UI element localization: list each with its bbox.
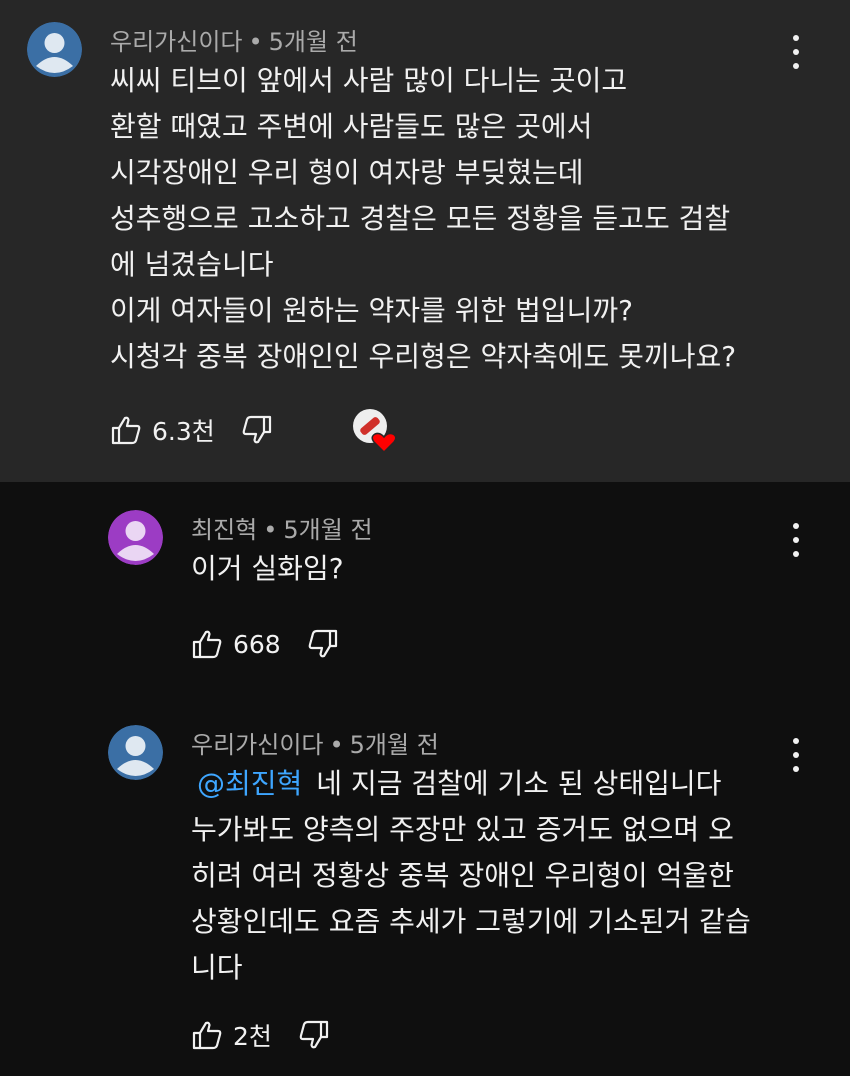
thumbs-down-icon[interactable] bbox=[241, 414, 273, 446]
comment-time[interactable]: 5개월 전 bbox=[269, 28, 358, 56]
like-count: 6.3천 bbox=[152, 417, 215, 446]
more-options-icon[interactable] bbox=[786, 735, 806, 775]
like-count: 668 bbox=[233, 629, 281, 659]
comment-actions: 2천 bbox=[191, 1015, 330, 1055]
comment-text: 씨씨 티브이 앞에서 사람 많이 다니는 곳이고 환할 때였고 주변에 사람들도… bbox=[110, 58, 736, 380]
more-options-icon[interactable] bbox=[786, 32, 806, 72]
more-options-icon[interactable] bbox=[786, 520, 806, 560]
like-count: 2천 bbox=[233, 1022, 272, 1051]
meta-separator: • bbox=[329, 731, 344, 759]
avatar[interactable] bbox=[108, 510, 163, 565]
avatar[interactable] bbox=[108, 725, 163, 780]
default-avatar-icon bbox=[108, 725, 163, 780]
mention-link[interactable]: @최진혁 bbox=[197, 767, 302, 800]
comment-line: 시각장애인 우리 형이 여자랑 부딪혔는데 bbox=[110, 156, 584, 189]
comment-actions: 6.3천 bbox=[110, 410, 273, 450]
default-avatar-icon bbox=[108, 510, 163, 565]
comment-line-text: 네 지금 검찰에 기소 된 상태입니다 bbox=[316, 767, 722, 800]
author-name[interactable]: 최진혁 bbox=[191, 516, 257, 544]
comment-line: 시청각 중복 장애인인 우리형은 약자축에도 못끼나요? bbox=[110, 340, 737, 373]
comment-line: 니다 bbox=[191, 951, 243, 984]
comment-line: 이게 여자들이 원하는 약자를 위한 법입니까? bbox=[110, 294, 634, 327]
author-name[interactable]: 우리가신이다 bbox=[191, 731, 323, 759]
comment-time[interactable]: 5개월 전 bbox=[350, 731, 439, 759]
default-avatar-icon bbox=[27, 22, 82, 77]
thumbs-down-icon[interactable] bbox=[298, 1019, 330, 1051]
thumbs-up-icon[interactable] bbox=[110, 414, 142, 446]
comment-actions: 668 bbox=[191, 624, 339, 664]
comment-line: 이거 실화임? bbox=[191, 552, 344, 585]
comment-text: @최진혁 네 지금 검찰에 기소 된 상태입니다 누가봐도 양측의 주장만 있고 … bbox=[191, 761, 751, 991]
comment-line: 에 넘겼습니다 bbox=[110, 248, 274, 281]
comment-time[interactable]: 5개월 전 bbox=[283, 516, 372, 544]
highlighted-comment: 우리가신이다 • 5개월 전 씨씨 티브이 앞에서 사람 많이 다니는 곳이고 환할… bbox=[0, 0, 850, 482]
comment-line: 히려 여러 정황상 중복 장애인 우리형이 억울한 bbox=[191, 859, 734, 892]
meta-separator: • bbox=[263, 516, 278, 544]
comment-text: 이거 실화임? bbox=[191, 546, 344, 592]
comment-thread: 우리가신이다 • 5개월 전 씨씨 티브이 앞에서 사람 많이 다니는 곳이고 환할… bbox=[0, 0, 850, 1076]
comment-line: 상황인데도 요즘 추세가 그렇기에 기소된거 같습 bbox=[191, 905, 751, 938]
meta-separator: • bbox=[248, 28, 263, 56]
comment-line: 누가봐도 양측의 주장만 있고 증거도 없으며 오 bbox=[191, 813, 734, 846]
reply-comment: 우리가신이다 • 5개월 전 @최진혁 네 지금 검찰에 기소 된 상태입니다 누가봐… bbox=[0, 697, 850, 1076]
comment-line-first: @최진혁 네 지금 검찰에 기소 된 상태입니다 bbox=[191, 761, 751, 807]
thumbs-up-icon[interactable] bbox=[191, 1019, 223, 1051]
thumbs-up-icon[interactable] bbox=[191, 628, 223, 660]
avatar[interactable] bbox=[27, 22, 82, 77]
creator-heart-icon bbox=[353, 409, 397, 454]
comment-line: 환할 때였고 주변에 사람들도 많은 곳에서 bbox=[110, 110, 593, 143]
comment-meta: 최진혁 • 5개월 전 bbox=[191, 510, 373, 545]
comment-line: 씨씨 티브이 앞에서 사람 많이 다니는 곳이고 bbox=[110, 64, 628, 97]
thumbs-down-icon[interactable] bbox=[307, 628, 339, 660]
comment-line: 성추행으로 고소하고 경찰은 모든 정황을 듣고도 검찰 bbox=[110, 202, 731, 235]
comment-meta: 우리가신이다 • 5개월 전 bbox=[110, 22, 358, 57]
comment-meta: 우리가신이다 • 5개월 전 bbox=[191, 725, 439, 760]
reply-comment: 최진혁 • 5개월 전 이거 실화임? 668 bbox=[0, 482, 850, 697]
author-name[interactable]: 우리가신이다 bbox=[110, 28, 242, 56]
